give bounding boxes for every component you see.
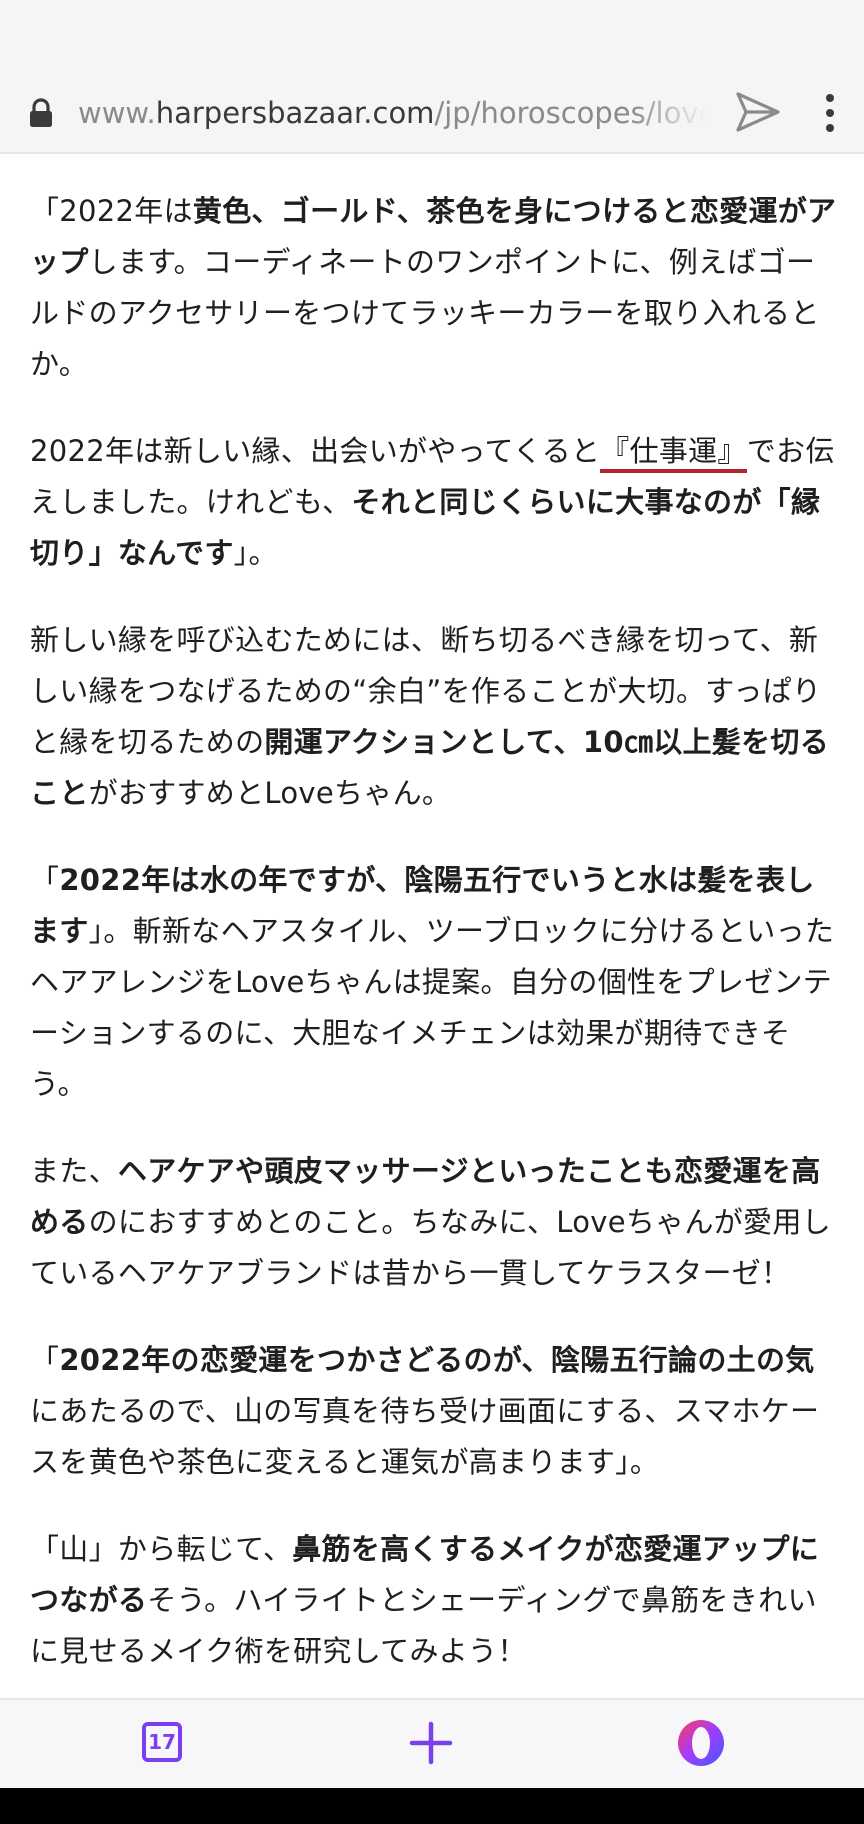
p2-text-e: 」。	[233, 536, 278, 570]
p4-text-a: 「	[30, 863, 60, 897]
p6-text-a: 「	[30, 1343, 60, 1377]
p3-text-c: がおすすめとLoveちゃん。	[88, 776, 452, 810]
paragraph-4: 「2022年は水の年ですが、陰陽五行でいうと水は髪を表します」。斬新なヘアスタイ…	[30, 855, 838, 1110]
url-scheme: www.	[78, 96, 156, 130]
url-text[interactable]: www.harpersbazaar.com/jp/horoscopes/love…	[78, 90, 706, 136]
url-domain: harpersbazaar.com	[155, 96, 435, 130]
p1-text-a: 「2022年は	[30, 194, 193, 228]
bottom-toolbar: 17	[0, 1698, 864, 1788]
url-path: /jp/horoscopes/love-m	[434, 96, 706, 130]
p6-text-c: にあたるので、山の写真を待ち受け画面にする、スマホケースを黄色や茶色に変えると運…	[30, 1394, 820, 1479]
paragraph-2: 2022年は新しい縁、出会いがやってくると『仕事運』でお伝えしました。けれども、…	[30, 426, 838, 579]
p7-text-a: 「山」から転じて、	[30, 1532, 293, 1566]
send-icon[interactable]	[734, 88, 782, 136]
p6-bold: 2022年の恋愛運をつかさどるのが、陰陽五行論の土の気	[59, 1343, 815, 1377]
paragraph-1: 「2022年は黄色、ゴールド、茶色を身につけると恋愛運がアップします。コーディネ…	[30, 186, 838, 390]
status-bar	[0, 0, 864, 72]
address-bar[interactable]: www.harpersbazaar.com/jp/horoscopes/love…	[0, 72, 864, 154]
p5-text-c: のにおすすめとのこと。ちなみに、Loveちゃんが愛用しているヘアケアブランドは昔…	[30, 1205, 831, 1290]
opera-logo-icon[interactable]	[676, 1718, 726, 1768]
p7-text-c: そう。ハイライトとシェーディングで鼻筋をきれいに見せるメイク術を研究してみよう！	[30, 1583, 817, 1668]
p5-text-a: また、	[30, 1154, 118, 1188]
paragraph-6: 「2022年の恋愛運をつかさどるのが、陰陽五行論の土の気にあたるので、山の写真を…	[30, 1335, 838, 1488]
work-luck-link[interactable]: 『仕事運』	[600, 434, 747, 473]
system-nav-bar	[0, 1788, 864, 1824]
article-body: 「2022年は黄色、ゴールド、茶色を身につけると恋愛運がアップします。コーディネ…	[30, 160, 838, 1690]
paragraph-3: 新しい縁を呼び込むためには、断ち切るべき縁を切って、新しい縁をつなげるための“余…	[30, 615, 838, 819]
plus-icon[interactable]	[408, 1720, 454, 1766]
p1-text-c: します。コーディネートのワンポイントに、例えばゴールドのアクセサリーをつけてラッ…	[30, 245, 820, 381]
paragraph-7: 「山」から転じて、鼻筋を高くするメイクが恋愛運アップにつながるそう。ハイライトと…	[30, 1524, 838, 1677]
browser-window: www.harpersbazaar.com/jp/horoscopes/love…	[0, 0, 864, 1824]
p2-text-a: 2022年は新しい縁、出会いがやってくると	[30, 434, 601, 468]
paragraph-5: また、ヘアケアや頭皮マッサージといったことも恋愛運を高めるのにおすすめとのこと。…	[30, 1146, 838, 1299]
kebab-menu-icon[interactable]	[816, 90, 844, 136]
lock-icon	[30, 98, 52, 127]
tabs-icon[interactable]: 17	[142, 1722, 182, 1762]
p4-text-c: 」。斬新なヘアスタイル、ツーブロックに分けるといったヘアアレンジをLoveちゃん…	[30, 914, 835, 1101]
